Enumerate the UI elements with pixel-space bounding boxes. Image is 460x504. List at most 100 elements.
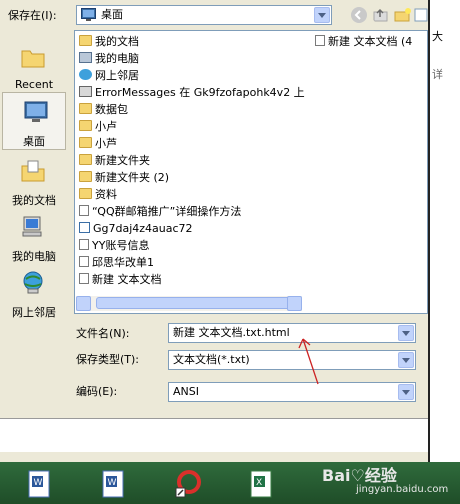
- my-computer-icon: [79, 52, 92, 63]
- encoding-value: ANSI: [173, 385, 199, 398]
- save-in-dropdown[interactable]: 桌面: [76, 5, 332, 25]
- list-item[interactable]: 小芦: [79, 135, 117, 152]
- background-window-edge: 大 详: [428, 0, 460, 462]
- encoding-dropdown[interactable]: ANSI: [168, 382, 416, 402]
- file-name: YY账号信息: [92, 239, 150, 252]
- save-in-value: 桌面: [101, 8, 123, 21]
- list-item[interactable]: 资料: [79, 186, 117, 203]
- filetype-label: 保存类型(T):: [76, 353, 140, 366]
- my-computer-icon: [22, 216, 42, 237]
- folder-icon: [79, 137, 92, 148]
- desktop-icon: [81, 8, 96, 21]
- views-menu-icon[interactable]: [414, 6, 428, 24]
- file-name: ErrorMessages 在 Gk9fzofapohk4v2 上: [95, 86, 305, 99]
- filetype-value: 文本文档(*.txt): [173, 353, 250, 366]
- panel-char: 详: [432, 68, 443, 81]
- file-name: 新建文件夹 (2): [95, 171, 170, 184]
- scroll-right-icon[interactable]: [287, 296, 302, 311]
- watermark-logo: Bai♡经验: [322, 466, 397, 485]
- file-name: 新建文件夹: [95, 154, 150, 167]
- list-item[interactable]: Gg7daj4z4auac72: [79, 220, 193, 237]
- text-doc-icon: [79, 273, 89, 284]
- filename-field[interactable]: 新建 文本文档.txt.html: [168, 323, 416, 343]
- app-shortcut-icon[interactable]: [174, 470, 202, 498]
- horizontal-scrollbar[interactable]: [76, 296, 302, 311]
- list-item[interactable]: 网上邻居: [79, 67, 139, 84]
- file-name: Gg7daj4z4auac72: [93, 222, 193, 235]
- list-item[interactable]: 邱思华改单1: [79, 254, 154, 271]
- file-name: 邱思华改单1: [92, 256, 154, 269]
- file-name: 网上邻居: [95, 69, 139, 82]
- filename-label: 文件名(N):: [76, 327, 130, 340]
- file-list[interactable]: 我的文档 我的电脑 网上邻居 ErrorMessages 在 Gk9fzofap…: [74, 30, 428, 314]
- list-item[interactable]: YY账号信息: [79, 237, 149, 254]
- folder-icon: [21, 50, 45, 68]
- list-item[interactable]: “QQ群邮箱推广”详细操作方法: [79, 203, 241, 220]
- list-item[interactable]: 新建 文本文档: [79, 271, 162, 288]
- svg-text:X: X: [256, 478, 262, 488]
- place-label: 网上邻居: [12, 306, 56, 319]
- list-item[interactable]: 新建 文本文档 (4: [315, 33, 412, 50]
- encoding-label: 编码(E):: [76, 385, 118, 398]
- chevron-down-icon[interactable]: [314, 7, 330, 23]
- place-network[interactable]: 网上邻居: [0, 264, 68, 322]
- file-name: 新建 文本文档 (4: [328, 35, 413, 48]
- svg-text:W: W: [34, 478, 43, 488]
- text-doc-icon: [79, 256, 89, 267]
- shortcut-icon: [79, 222, 90, 233]
- new-folder-icon[interactable]: [394, 6, 412, 24]
- place-recent[interactable]: Recent: [0, 38, 68, 96]
- network-icon: [79, 69, 92, 80]
- save-in-label: 保存在(I):: [8, 9, 57, 22]
- list-item[interactable]: 我的文档: [79, 33, 139, 50]
- text-doc-icon: [79, 239, 89, 250]
- list-item[interactable]: 新建文件夹 (2): [79, 169, 169, 186]
- scroll-thumb[interactable]: [96, 297, 296, 309]
- folder-icon: [79, 188, 92, 199]
- place-my-computer[interactable]: 我的电脑: [0, 208, 68, 266]
- place-label: 桌面: [23, 135, 45, 148]
- word-doc-icon[interactable]: W: [28, 470, 50, 498]
- save-as-dialog: 保存在(I): 桌面 Recent 桌面 我的文档 我的电脑 网上邻居 我的文档…: [0, 0, 428, 418]
- network-share-icon: [79, 86, 92, 97]
- chevron-down-icon[interactable]: [398, 352, 414, 368]
- text-doc-icon: [79, 205, 89, 216]
- file-name: 我的电脑: [95, 52, 139, 65]
- place-my-documents[interactable]: 我的文档: [0, 152, 68, 210]
- list-item[interactable]: ErrorMessages 在 Gk9fzofapohk4v2 上: [79, 84, 305, 101]
- folder-icon: [79, 103, 92, 114]
- annotation-arrow-icon: [298, 338, 319, 385]
- list-item[interactable]: 数据包: [79, 101, 128, 118]
- back-icon[interactable]: [350, 6, 368, 24]
- list-item[interactable]: 新建文件夹: [79, 152, 150, 169]
- place-label: 我的文档: [12, 194, 56, 207]
- places-bar: Recent 桌面 我的文档 我的电脑 网上邻居: [0, 28, 68, 418]
- watermark-url: jingyan.baidu.com: [356, 484, 449, 495]
- word-doc-icon[interactable]: W: [102, 470, 124, 498]
- my-documents-icon: [79, 35, 92, 46]
- chevron-down-icon[interactable]: [398, 384, 414, 400]
- chevron-down-icon[interactable]: [398, 325, 414, 341]
- network-icon: [23, 271, 43, 294]
- desktop-icon: [24, 101, 48, 122]
- list-item[interactable]: 我的电脑: [79, 50, 139, 67]
- scroll-left-icon[interactable]: [76, 296, 91, 311]
- my-documents-icon: [21, 160, 45, 182]
- file-name: 数据包: [95, 103, 128, 116]
- file-name: 资料: [95, 188, 117, 201]
- excel-doc-icon[interactable]: X: [250, 470, 272, 498]
- place-label: 我的电脑: [12, 250, 56, 263]
- place-label: Recent: [14, 78, 54, 91]
- place-desktop[interactable]: 桌面: [2, 92, 66, 150]
- file-name: 新建 文本文档: [92, 273, 162, 286]
- file-name: “QQ群邮箱推广”详细操作方法: [92, 205, 242, 218]
- list-item[interactable]: 小卢: [79, 118, 117, 135]
- folder-icon: [79, 171, 92, 182]
- up-folder-icon[interactable]: [372, 6, 390, 24]
- filetype-dropdown[interactable]: 文本文档(*.txt): [168, 350, 416, 370]
- svg-text:W: W: [108, 478, 117, 488]
- filename-value: 新建 文本文档.txt.html: [173, 326, 290, 339]
- file-name: 小卢: [95, 120, 117, 133]
- text-doc-icon: [315, 35, 325, 46]
- panel-char: 大: [432, 30, 443, 43]
